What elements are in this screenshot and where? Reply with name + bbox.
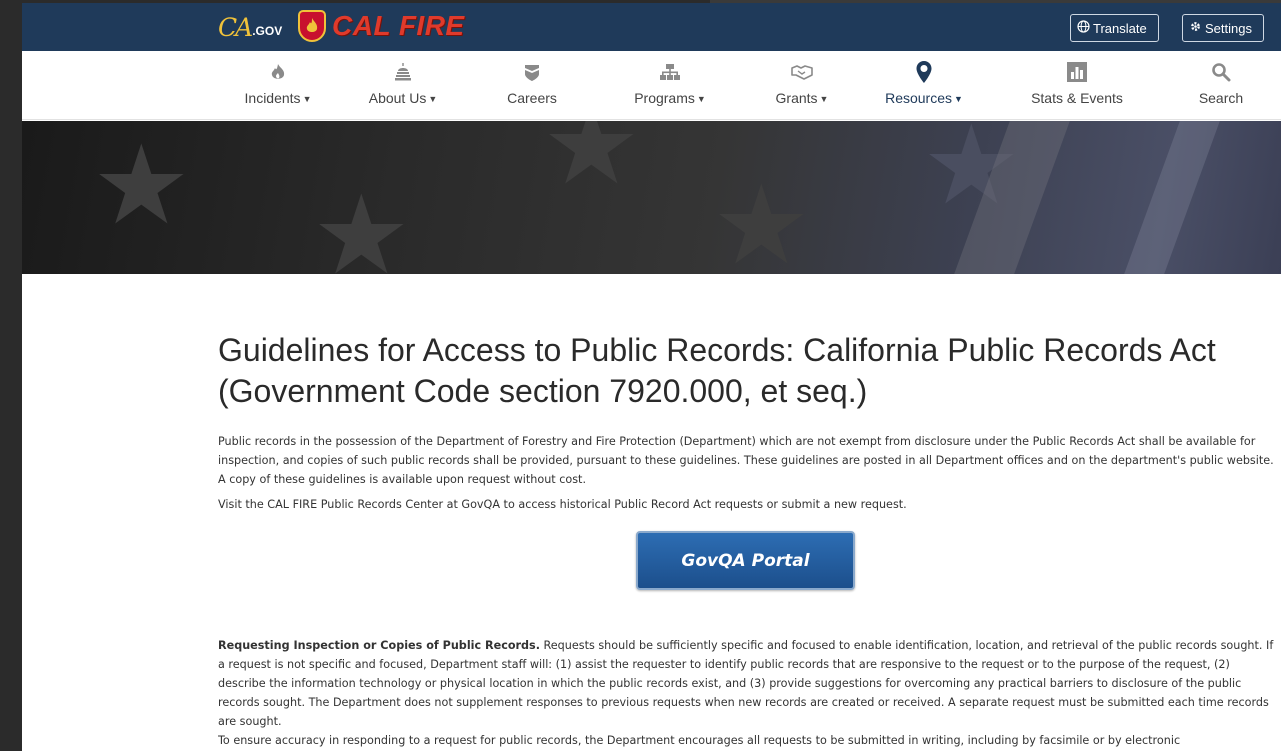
hero-star-decoration: ★	[92, 124, 191, 247]
main-content: Guidelines for Access to Public Records:…	[218, 330, 1281, 514]
hero-star-decoration: ★	[712, 164, 811, 275]
bar-chart-icon	[1066, 58, 1088, 86]
capitol-icon	[393, 58, 413, 86]
hero-star-decoration: ★	[542, 121, 641, 207]
visit-paragraph: Visit the CAL FIRE Public Records Center…	[218, 498, 907, 511]
accuracy-paragraph: To ensure accuracy in responding to a re…	[218, 734, 1181, 747]
map-pin-icon	[915, 58, 933, 86]
gear-icon	[1189, 20, 1202, 36]
nav-label-programs: Programs	[634, 90, 695, 106]
nav-item-programs[interactable]: Programs ▼	[620, 51, 720, 120]
intro-paragraph: Public records in the possession of the …	[218, 435, 1274, 486]
nav-label-resources: Resources	[885, 90, 952, 106]
nav-item-incidents[interactable]: Incidents ▼	[233, 51, 323, 120]
search-icon	[1211, 58, 1231, 86]
requesting-body: Requests should be sufficiently specific…	[218, 639, 1274, 728]
settings-label: Settings	[1205, 20, 1252, 36]
nav-label-search: Search	[1198, 90, 1244, 106]
requesting-heading: Requesting Inspection or Copies of Publi…	[218, 639, 540, 652]
govqa-portal-button[interactable]: GovQA Portal	[636, 531, 855, 590]
nav-label-grants: Grants	[775, 90, 818, 106]
nav-item-careers[interactable]: Careers	[492, 51, 572, 120]
nav-label-about-us: About Us	[368, 90, 427, 106]
shield-chevron-icon	[523, 58, 541, 86]
caret-down-icon: ▼	[428, 94, 438, 105]
top-header-bar: CA .GOV CAL FIRE Translate Settings	[22, 0, 1281, 51]
translate-button[interactable]: Translate	[1070, 14, 1159, 42]
hero-star-decoration: ★	[312, 174, 411, 275]
calfire-wordmark: CAL FIRE	[332, 10, 465, 41]
nav-item-grants[interactable]: Grants ▼	[762, 51, 842, 120]
ca-logo-mark: CA	[218, 13, 253, 42]
nav-item-stats-events[interactable]: Stats & Events	[1018, 51, 1136, 120]
caret-down-icon: ▼	[819, 94, 829, 105]
header-edge-strip	[710, 0, 1281, 3]
fire-icon	[268, 58, 288, 86]
gov-logo-text: .GOV	[252, 24, 283, 38]
caret-down-icon: ▼	[954, 94, 963, 105]
requesting-paragraph: Requesting Inspection or Copies of Publi…	[218, 636, 1281, 731]
calfire-badge-icon	[298, 10, 326, 42]
caret-down-icon: ▼	[302, 94, 312, 105]
sitemap-icon	[659, 58, 681, 86]
hero-stripe-decoration	[1124, 121, 1220, 274]
nav-item-about-us[interactable]: About Us ▼	[353, 51, 453, 120]
calfire-logo[interactable]: CAL FIRE	[298, 10, 465, 42]
nav-label-careers: Careers	[507, 90, 557, 106]
calfire-flame-icon	[306, 18, 318, 32]
left-window-edge	[0, 0, 22, 751]
hero-banner: ★ ★ ★ ★ ★	[22, 121, 1281, 274]
nav-item-search[interactable]: Search	[1188, 51, 1254, 120]
handshake-icon	[791, 58, 813, 86]
caret-down-icon: ▼	[696, 94, 706, 105]
govqa-portal-link[interactable]: GovQA Portal	[636, 531, 855, 590]
settings-button[interactable]: Settings	[1182, 14, 1264, 42]
ca-gov-logo[interactable]: CA .GOV	[218, 11, 282, 43]
nav-label-incidents: Incidents	[244, 90, 301, 106]
nav-item-resources[interactable]: Resources ▼	[874, 51, 974, 120]
main-navigation: Incidents ▼ About Us ▼ Careers Programs ▼ G…	[22, 51, 1281, 120]
page: CA .GOV CAL FIRE Translate Settings Inci…	[22, 0, 1281, 751]
page-title: Guidelines for Access to Public Records:…	[218, 332, 1216, 409]
nav-label-stats-events: Stats & Events	[1031, 90, 1123, 106]
translate-label: Translate	[1093, 20, 1147, 36]
globe-icon	[1077, 20, 1090, 36]
